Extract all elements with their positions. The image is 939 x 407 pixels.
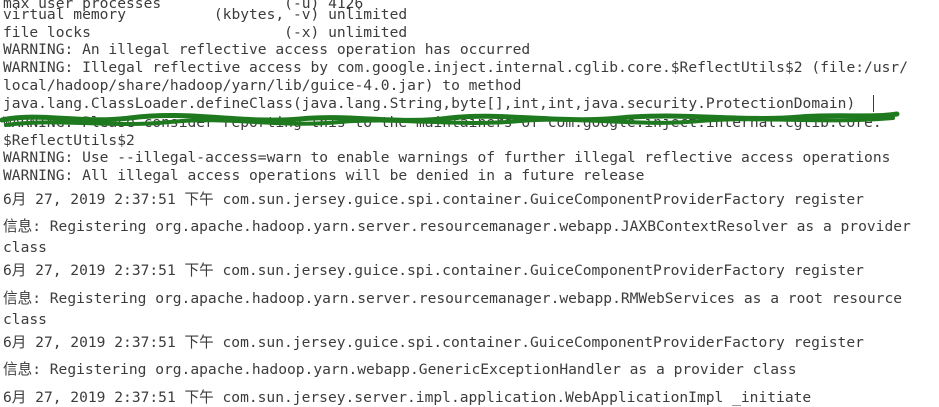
terminal-line: file locks (-x) unlimited (3, 24, 408, 41)
terminal-line: class (3, 239, 47, 256)
terminal-line: $ReflectUtils$2 (3, 132, 135, 149)
text-cursor (873, 95, 874, 112)
terminal-line: 信息: Registering org.apache.hadoop.yarn.s… (3, 290, 903, 307)
terminal-line: 信息: Registering org.apache.hadoop.yarn.s… (3, 218, 911, 235)
terminal-line: 6月 27, 2019 2:37:51 下午 com.sun.jersey.gu… (3, 191, 864, 208)
terminal-line: WARNING: All illegal access operations w… (3, 167, 645, 184)
terminal-line: 信息: Registering org.apache.hadoop.yarn.w… (3, 361, 797, 378)
terminal-line: WARNING: An illegal reflective access op… (3, 41, 531, 58)
terminal-line: 6月 27, 2019 2:37:51 下午 com.sun.jersey.gu… (3, 262, 864, 279)
terminal-line: class (3, 311, 47, 328)
terminal-line: WARNING: Use --illegal-access=warn to en… (3, 149, 891, 166)
terminal-line: java.lang.ClassLoader.defineClass(java.l… (3, 95, 856, 112)
terminal-line: WARNING: Illegal reflective access by co… (3, 59, 908, 76)
terminal-line: WARNING: Please consider reporting this … (3, 114, 882, 131)
terminal-line: virtual memory (kbytes, -v) unlimited (3, 6, 408, 23)
terminal-output[interactable]: max user processes (-u) 4126 virtual mem… (0, 0, 939, 407)
terminal-line: 6月 27, 2019 2:37:51 下午 com.sun.jersey.se… (3, 389, 812, 406)
terminal-line: 6月 27, 2019 2:37:51 下午 com.sun.jersey.gu… (3, 334, 864, 351)
terminal-line: local/hadoop/share/hadoop/yarn/lib/guice… (3, 77, 522, 94)
